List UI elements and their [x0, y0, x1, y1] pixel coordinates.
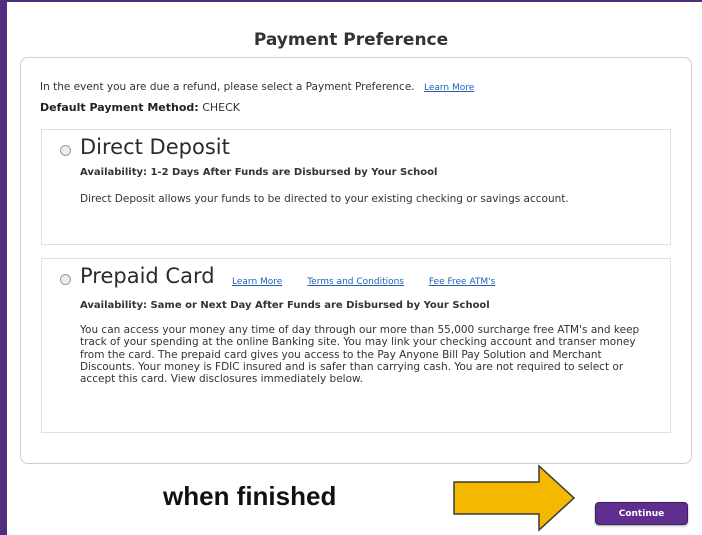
prepaid-card-radio[interactable] [60, 274, 71, 285]
direct-deposit-availability: Availability: 1-2 Days After Funds are D… [80, 167, 438, 178]
intro-line: In the event you are due a refund, pleas… [40, 81, 474, 93]
slide-frame-left [0, 0, 7, 535]
prepaid-card-description: You can access your money any time of da… [80, 324, 640, 386]
direct-deposit-title[interactable]: Direct Deposit [80, 135, 230, 159]
right-arrow-icon [453, 464, 576, 532]
payment-preference-panel: In the event you are due a refund, pleas… [20, 57, 692, 464]
fee-free-atms-link[interactable]: Fee Free ATM's [429, 277, 495, 287]
direct-deposit-description: Direct Deposit allows your funds to be d… [80, 193, 569, 205]
slide-frame-top [0, 0, 702, 2]
continue-button[interactable]: Continue [595, 502, 688, 525]
prepaid-learn-more-link[interactable]: Learn More [232, 277, 282, 287]
prepaid-card-availability: Availability: Same or Next Day After Fun… [80, 300, 490, 311]
option-direct-deposit: Direct Deposit Availability: 1-2 Days Af… [41, 129, 671, 245]
when-finished-caption: when finished [163, 481, 337, 511]
default-method-label: Default Payment Method: [40, 101, 199, 114]
direct-deposit-radio[interactable] [60, 145, 71, 156]
intro-learn-more-link[interactable]: Learn More [424, 83, 474, 93]
page-title: Payment Preference [253, 30, 449, 50]
prepaid-card-links: Learn More Terms and Conditions Fee Free… [232, 277, 517, 287]
terms-and-conditions-link[interactable]: Terms and Conditions [307, 277, 404, 287]
option-prepaid-card: Prepaid Card Learn More Terms and Condit… [41, 258, 671, 433]
intro-text: In the event you are due a refund, pleas… [40, 81, 415, 93]
default-method-value: CHECK [202, 101, 240, 114]
prepaid-card-title[interactable]: Prepaid Card [80, 264, 215, 288]
default-payment-method: Default Payment Method: CHECK [40, 101, 240, 114]
